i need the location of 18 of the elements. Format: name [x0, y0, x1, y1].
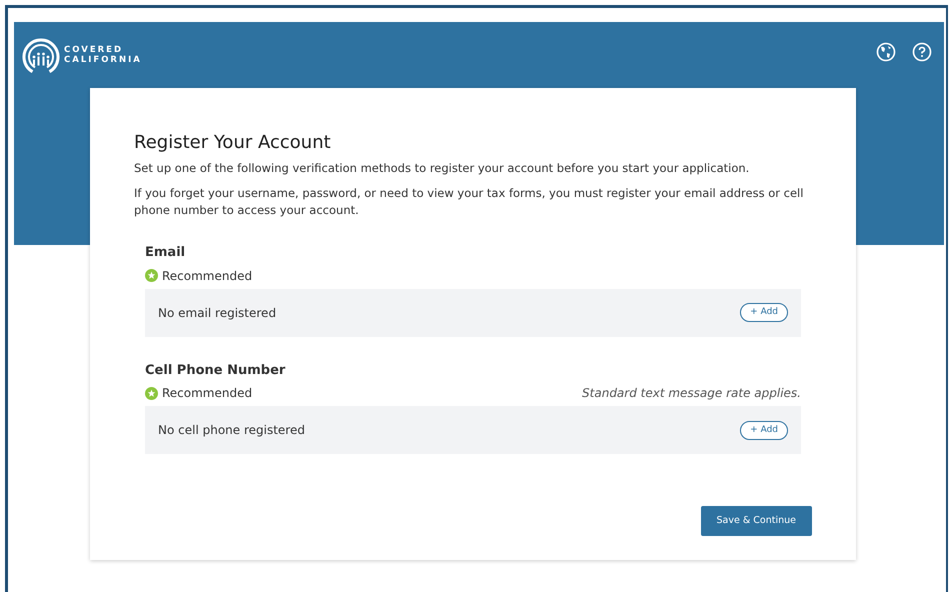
add-button[interactable]: + Add — [740, 303, 788, 322]
status-text: No email registered — [158, 304, 276, 322]
add-button[interactable]: + Add — [740, 420, 788, 440]
intro-text: Set up one of the following verification methods to register your account before you start your application. — [134, 160, 750, 177]
recommended-label: Recommended — [162, 268, 252, 285]
globe-icon[interactable] — [876, 42, 896, 62]
method-label: Email — [145, 244, 186, 262]
recommended-label: Recommended — [162, 385, 252, 402]
logo-text: CALIFORNIA — [64, 56, 142, 66]
help-icon[interactable] — [912, 42, 932, 62]
logo-text: COVERED — [64, 46, 124, 56]
method-label: Cell Phone Number — [145, 362, 286, 380]
intro-text: If you forget your username, password, or need to view your tax forms, you must register your email address or cell phone number to access your account. — [134, 184, 804, 220]
save-continue-button[interactable]: Save & Continue — [700, 506, 812, 536]
status-text: No cell phone registered — [158, 422, 305, 440]
rate-note: Standard text message rate applies. — [582, 385, 801, 402]
page-title: Register Your Account — [134, 132, 332, 154]
logo-icon — [22, 38, 60, 74]
